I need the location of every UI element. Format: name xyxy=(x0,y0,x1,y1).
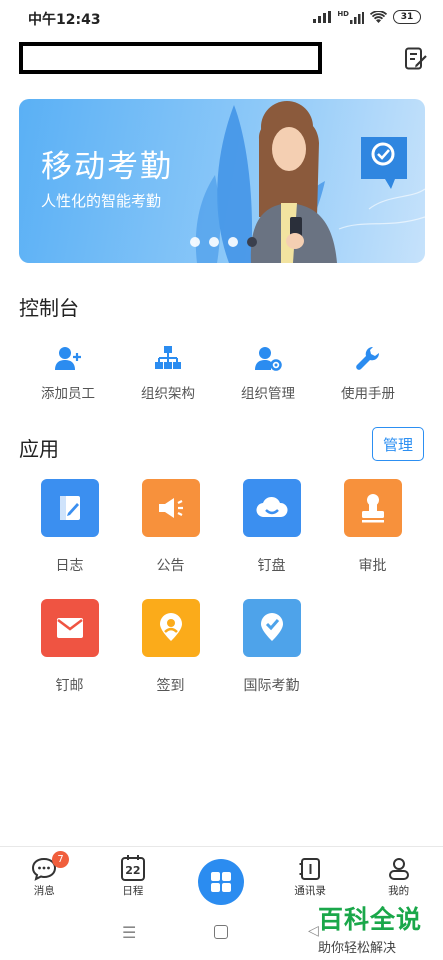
console-label: 添加员工 xyxy=(41,386,95,402)
watermark-subtitle: 助你轻松解决 xyxy=(318,941,397,956)
tab-label: 我的 xyxy=(388,885,410,897)
contacts-icon xyxy=(299,858,321,880)
location-pin-icon xyxy=(141,599,200,657)
app-label: 国际考勤 xyxy=(243,678,300,694)
location-check-icon xyxy=(242,599,301,657)
console-section-title: 控制台 xyxy=(19,296,79,320)
menu-icon[interactable]: ☰ xyxy=(122,923,136,942)
banner-subtitle: 人性化的智能考勤 xyxy=(41,192,162,210)
log-icon xyxy=(40,479,99,537)
status-bar: 中午12:43 HD 31 xyxy=(0,0,443,36)
cloud-icon xyxy=(242,479,301,537)
app-label: 签到 xyxy=(156,678,185,694)
mail-icon xyxy=(40,599,99,657)
edit-note-icon[interactable] xyxy=(403,46,429,72)
watermark: 百科全说 助你轻松解决 xyxy=(318,900,436,956)
signal-icon xyxy=(313,11,332,23)
tab-label: 消息 xyxy=(33,885,55,897)
pagination-dot[interactable] xyxy=(209,237,219,247)
console-label: 组织架构 xyxy=(141,386,195,402)
apps-section-title: 应用 xyxy=(19,437,59,461)
megaphone-icon xyxy=(141,479,200,537)
network-type: HD xyxy=(337,9,349,18)
app-approval[interactable]: 审批 xyxy=(322,479,423,575)
pagination-dot[interactable] xyxy=(190,237,200,247)
unread-badge: 7 xyxy=(52,851,69,868)
apps-grid: 日志 公告 钉盘 审批 钉邮 签到 国际考勤 xyxy=(19,479,423,695)
calendar-day: 22 xyxy=(125,863,141,877)
console-user-manual[interactable]: 使用手册 xyxy=(318,343,418,402)
app-log[interactable]: 日志 xyxy=(19,479,120,575)
org-chart-icon xyxy=(155,346,181,369)
organization-title[interactable] xyxy=(19,42,322,74)
console-label: 使用手册 xyxy=(341,386,395,402)
app-mail[interactable]: 钉邮 xyxy=(19,599,120,695)
profile-icon xyxy=(388,858,409,880)
tab-messages[interactable]: 7 消息 xyxy=(0,847,89,908)
banner-title: 移动考勤 xyxy=(41,149,173,185)
grid-icon xyxy=(198,858,245,905)
status-icons: HD 31 xyxy=(313,10,421,24)
app-intl-attendance[interactable]: 国际考勤 xyxy=(221,599,322,695)
stamp-icon xyxy=(343,479,402,537)
wifi-icon xyxy=(370,10,387,23)
app-label: 钉邮 xyxy=(55,678,84,694)
app-label: 日志 xyxy=(55,558,84,574)
tab-workbench[interactable] xyxy=(177,847,266,908)
promo-banner[interactable]: 移动考勤 人性化的智能考勤 xyxy=(19,99,425,263)
watermark-title: 百科全说 xyxy=(318,905,423,934)
wrench-icon xyxy=(356,346,380,370)
console-org-structure[interactable]: 组织架构 xyxy=(118,343,218,402)
signal-hd-icon: HD xyxy=(337,9,364,24)
tab-label: 日程 xyxy=(122,885,144,897)
app-drive[interactable]: 钉盘 xyxy=(221,479,322,575)
user-settings-icon xyxy=(255,347,282,371)
app-announcement[interactable]: 公告 xyxy=(120,479,221,575)
add-user-icon xyxy=(55,347,81,370)
console-org-management[interactable]: 组织管理 xyxy=(218,343,318,402)
console-add-employee[interactable]: 添加员工 xyxy=(18,343,118,402)
console-label: 组织管理 xyxy=(241,386,295,402)
pagination-dot[interactable] xyxy=(228,237,238,247)
status-time: 中午12:43 xyxy=(28,12,101,28)
pagination-dot-active[interactable] xyxy=(247,237,257,247)
manage-button[interactable]: 管理 xyxy=(372,427,424,461)
app-label: 审批 xyxy=(358,558,387,574)
banner-pagination[interactable] xyxy=(190,237,257,247)
tab-schedule[interactable]: 22 日程 xyxy=(89,847,178,908)
app-checkin[interactable]: 签到 xyxy=(120,599,221,695)
tab-me[interactable]: 我的 xyxy=(354,847,443,908)
home-icon[interactable] xyxy=(214,925,228,939)
app-label: 钉盘 xyxy=(257,558,286,574)
bottom-tab-bar: 7 消息 22 日程 通讯录 我的 xyxy=(0,846,443,908)
battery-indicator: 31 xyxy=(393,10,421,24)
console-grid: 添加员工 组织架构 组织管理 使用手册 xyxy=(18,343,418,402)
tab-label: 通讯录 xyxy=(294,885,326,897)
calendar-icon: 22 xyxy=(120,855,145,881)
tab-contacts[interactable]: 通讯录 xyxy=(266,847,355,908)
app-label: 公告 xyxy=(156,558,185,574)
